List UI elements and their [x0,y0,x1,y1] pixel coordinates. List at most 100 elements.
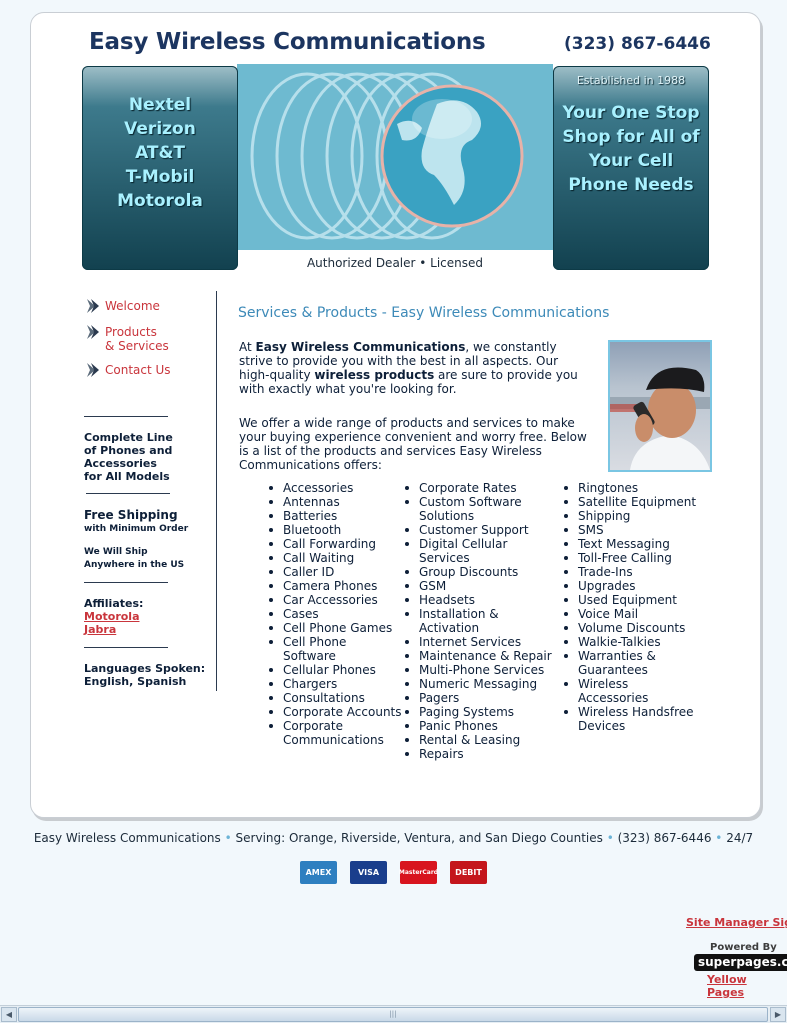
footer-serving: Serving: Orange, Riverside, Ventura, and… [235,831,603,845]
service-item: Digital Cellular Services [405,537,559,565]
divider [84,647,168,648]
scrollbar-thumb[interactable]: ||| [18,1007,768,1022]
content-title: Services & Products - Easy Wireless Comm… [238,305,610,321]
footer-line: Easy Wireless Communications • Serving: … [0,831,787,845]
service-item: Cellular Phones [269,663,403,677]
nav-contact-us[interactable]: Contact Us [84,361,194,379]
service-item: Trade-Ins [564,565,698,579]
globe-image [237,64,553,250]
slogan-text: Your One Stop Shop for All of Your Cell … [562,103,700,195]
service-item: Call Waiting [269,551,403,565]
footer-hours: 24/7 [726,831,754,845]
service-item: SMS [564,523,698,537]
services-list-3: Ringtones Satellite Equipment Shipping SMS T… [564,481,698,733]
services-list-2: Corporate Rates Custom Software Solutions… [405,481,559,761]
dealer-text: Authorized Dealer • Licensed [306,256,484,270]
service-item: Internet Services [405,635,559,649]
nav-welcome[interactable]: Welcome [84,297,194,315]
service-item: Repairs [405,747,559,761]
separator-dot: • [715,831,723,845]
service-item: GSM [405,579,559,593]
carrier-name: Verizon [124,119,196,139]
service-item: Cell Phone Software [269,635,403,663]
shipping-title: Free Shipping [84,508,178,522]
languages-text: English, Spanish [84,675,187,688]
service-item: Camera Phones [269,579,403,593]
carriers-panel: Nextel Verizon AT&T T-Mobil Motorola [82,66,238,270]
divider [84,582,168,583]
affiliates-title: Affiliates: [84,597,144,610]
carrier-name: Motorola [117,191,203,211]
service-item: Toll-Free Calling [564,551,698,565]
footer-phone: (323) 867-6446 [617,831,712,845]
offer-paragraph: We offer a wide range of products and se… [239,416,587,472]
service-item: Corporate Communications [269,719,403,747]
mastercard-icon: MasterCard [399,861,438,884]
carrier-name: T-Mobil [125,167,195,187]
arrow-right-icon [87,363,99,377]
service-item: Warranties & Guarantees [564,649,698,677]
service-item: Volume Discounts [564,621,698,635]
debit-card-icon: DEBIT [450,861,487,884]
site-title: Easy Wireless Communications [89,29,486,55]
service-item: Pagers [405,691,559,705]
nav-label: Products & Services [105,325,169,353]
side-nav: Welcome Products & Services Contact Us [84,297,194,387]
service-item: Headsets [405,593,559,607]
service-item: Batteries [269,509,403,523]
affiliate-link-motorola[interactable]: Motorola [84,610,140,623]
service-item: Cell Phone Games [269,621,403,635]
service-item: Cases [269,607,403,621]
powered-by-text: Powered By [710,942,777,953]
visa-card-icon: VISA [350,861,387,884]
service-item: Group Discounts [405,565,559,579]
nav-label: Contact Us [105,363,171,377]
horizontal-scrollbar[interactable]: ◀ ||| ▶ [0,1005,787,1023]
ship-anywhere-text: We Will Ship Anywhere in the US [84,547,185,570]
service-item: Car Accessories [269,593,403,607]
scroll-right-arrow-icon[interactable]: ▶ [770,1007,786,1022]
service-item: Upgrades [564,579,698,593]
service-item: Maintenance & Repair [405,649,559,663]
service-item: Caller ID [269,565,403,579]
nav-products-services[interactable]: Products & Services [84,323,194,353]
carrier-name: Nextel [128,95,192,115]
amex-card-icon: AMEX [300,861,337,884]
languages-title: Languages Spoken: [84,662,206,675]
divider [84,416,168,417]
service-item: Shipping [564,509,698,523]
site-manager-link[interactable]: Site Manager Sign [686,916,787,929]
superpages-logo[interactable]: superpages.com [694,954,787,971]
service-item: Satellite Equipment [564,495,697,509]
separator-dot: • [606,831,614,845]
service-item: Rental & Leasing [405,733,559,747]
service-item: Customer Support [405,523,559,537]
man-on-phone-photo [608,340,712,472]
service-item: Walkie-Talkies [564,635,698,649]
service-item: Wireless Accessories [564,677,698,705]
service-item: Used Equipment [564,593,698,607]
service-item: Custom Software Solutions [405,495,559,523]
scroll-left-arrow-icon[interactable]: ◀ [1,1007,17,1022]
arrow-right-icon [87,325,99,339]
footer-company: Easy Wireless Communications [33,831,221,845]
service-item: Antennas [269,495,403,509]
service-item: Multi-Phone Services [405,663,559,677]
established-text: Established in 1988 [576,74,686,87]
service-item: Text Messaging [564,537,698,551]
yellow-pages-link[interactable]: Yellow Pages [707,973,787,999]
header-phone: (323) 867-6446 [564,34,711,54]
complete-line-text: Complete Line of Phones and Accessories … [84,431,173,483]
service-item: Numeric Messaging [405,677,559,691]
banner: Nextel Verizon AT&T T-Mobil Motorola Est… [82,64,709,270]
service-item: Bluetooth [269,523,403,537]
service-item: Consultations [269,691,403,705]
shipping-subtitle: with Minimum Order [84,524,189,534]
service-item: Voice Mail [564,607,698,621]
service-item: Corporate Rates [405,481,559,495]
services-list-1: Accessories Antennas Batteries Bluetooth Cal… [269,481,403,747]
affiliate-link-jabra[interactable]: Jabra [84,623,116,636]
service-item: Accessories [269,481,403,495]
service-item: Paging Systems [405,705,559,719]
service-item: Wireless Handsfree Devices [564,705,698,733]
